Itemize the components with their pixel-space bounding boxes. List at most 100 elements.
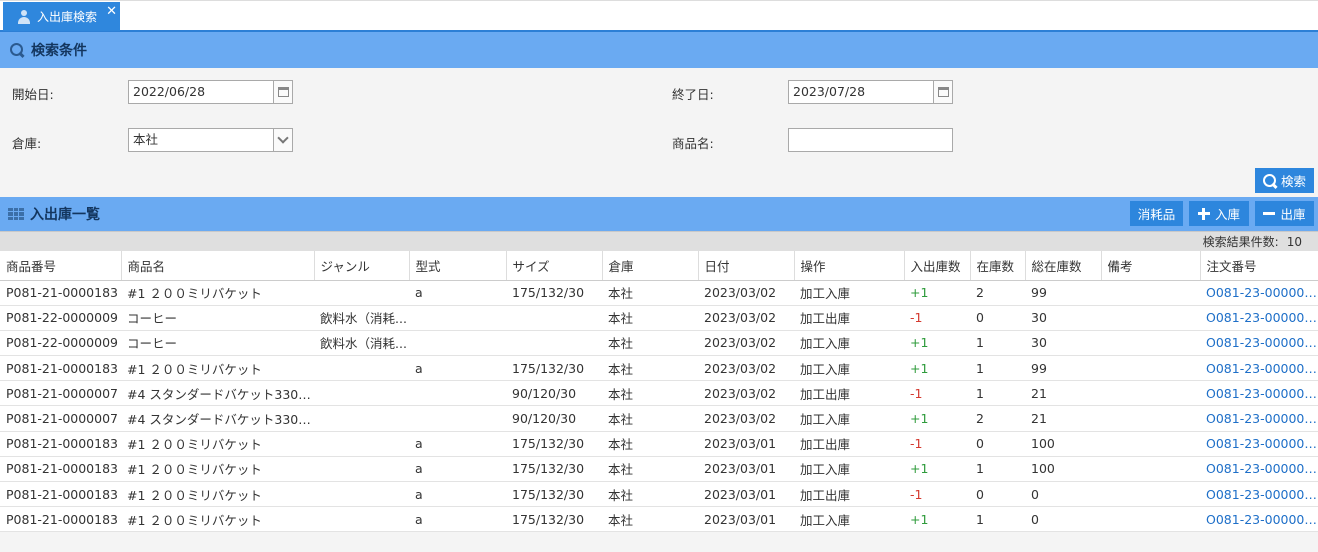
product-name-label: 商品名:	[672, 136, 714, 151]
cell-order-number[interactable]: O081-23-0000056	[1200, 456, 1318, 483]
cell-product-name: #1 ２００ミリバケット	[121, 355, 314, 382]
cell-inout-qty: +1	[904, 506, 970, 533]
cell-order-number[interactable]: O081-23-0000058	[1200, 305, 1318, 331]
cell-size	[506, 330, 602, 357]
cell-inout-qty: -1	[904, 431, 970, 457]
cell-date: 2023/03/02	[698, 280, 794, 306]
column-header-inout-qty[interactable]: 入出庫数	[904, 251, 971, 281]
cell-stock-qty: 0	[970, 305, 1025, 331]
cell-operation: 加工入庫	[794, 330, 904, 357]
cell-stock-qty: 1	[970, 355, 1025, 382]
end-date-label: 終了日:	[672, 87, 714, 102]
column-header-order-number[interactable]: 注文番号	[1200, 251, 1318, 281]
cell-order-number[interactable]: O081-23-0000055	[1200, 481, 1318, 508]
table-row[interactable]: P081-21-0000183 #1 ２００ミリバケット a 175/132/30 本社…	[0, 506, 1318, 533]
cell-product-code: P081-22-0000009	[0, 305, 121, 331]
cell-total-stock: 99	[1025, 280, 1101, 306]
column-header-remarks[interactable]: 備考	[1101, 251, 1201, 281]
cell-product-name: #1 ２００ミリバケット	[121, 506, 314, 533]
start-date-field[interactable]: 2022/06/28	[128, 80, 293, 104]
cell-inout-qty: +1	[904, 330, 970, 357]
cell-genre	[314, 456, 409, 483]
close-icon[interactable]: ✕	[106, 4, 117, 19]
tab-inout-search[interactable]: 入出庫検索 ✕	[3, 2, 120, 31]
table-row[interactable]: P081-21-0000007 #4 スタンダードバケット330m... 90/12…	[0, 380, 1318, 407]
warehouse-value: 本社	[133, 132, 159, 147]
table-row[interactable]: P081-21-0000183 #1 ２００ミリバケット a 175/132/30 本社…	[0, 280, 1318, 306]
search-conditions-title: 検索条件	[31, 43, 87, 59]
inout-table: 商品番号 商品名 ジャンル 型式 サイズ 倉庫 日付 操作 入出庫数 在庫数 総在庫数 備考 注文番号 …	[0, 251, 1318, 533]
table-row[interactable]: P081-22-0000009 コーヒー 飲料水（消耗... 本社 2023/03/02…	[0, 330, 1318, 357]
cell-remarks	[1101, 280, 1200, 306]
search-button[interactable]: 検索	[1255, 168, 1314, 193]
column-header-size[interactable]: サイズ	[506, 251, 603, 281]
cell-warehouse: 本社	[602, 355, 698, 382]
cell-genre	[314, 431, 409, 457]
cell-stock-qty: 2	[970, 280, 1025, 306]
cell-order-number[interactable]: O081-23-0000056	[1200, 431, 1318, 457]
search-icon	[10, 42, 25, 58]
cell-date: 2023/03/01	[698, 481, 794, 508]
cell-size: 175/132/30	[506, 280, 602, 306]
cell-order-number[interactable]: O081-23-0000057	[1200, 380, 1318, 407]
column-header-genre[interactable]: ジャンル	[314, 251, 410, 281]
table-row[interactable]: P081-21-0000183 #1 ２００ミリバケット a 175/132/30 本社…	[0, 456, 1318, 483]
column-header-operation[interactable]: 操作	[794, 251, 905, 281]
cell-operation: 加工入庫	[794, 355, 904, 382]
column-header-model[interactable]: 型式	[409, 251, 507, 281]
stock-in-button[interactable]: 入庫	[1189, 201, 1249, 226]
warehouse-dropdown-button[interactable]	[273, 129, 292, 151]
end-date-field[interactable]: 2023/07/28	[788, 80, 953, 104]
warehouse-select[interactable]: 本社	[128, 128, 293, 152]
stock-out-button[interactable]: 出庫	[1255, 201, 1314, 226]
cell-stock-qty: 0	[970, 431, 1025, 457]
cell-product-code: P081-21-0000007	[0, 405, 121, 432]
column-header-product-code[interactable]: 商品番号	[0, 251, 122, 281]
column-header-product-name[interactable]: 商品名	[121, 251, 315, 281]
cell-warehouse: 本社	[602, 380, 698, 407]
table-row[interactable]: P081-22-0000009 コーヒー 飲料水（消耗... 本社 2023/03/02…	[0, 305, 1318, 331]
cell-product-name: #1 ２００ミリバケット	[121, 456, 314, 483]
consumables-button[interactable]: 消耗品	[1130, 201, 1183, 226]
cell-order-number[interactable]: O081-23-0000060	[1200, 355, 1318, 382]
column-header-date[interactable]: 日付	[698, 251, 795, 281]
cell-stock-qty: 1	[970, 456, 1025, 483]
cell-operation: 加工入庫	[794, 456, 904, 483]
calendar-button-start[interactable]	[273, 81, 292, 103]
cell-stock-qty: 1	[970, 506, 1025, 533]
cell-date: 2023/03/02	[698, 405, 794, 432]
table-row[interactable]: P081-21-0000183 #1 ２００ミリバケット a 175/132/30 本社…	[0, 431, 1318, 457]
cell-date: 2023/03/02	[698, 380, 794, 407]
cell-remarks	[1101, 456, 1200, 483]
cell-genre	[314, 280, 409, 306]
table-row[interactable]: P081-21-0000007 #4 スタンダードバケット330m... 90/12…	[0, 405, 1318, 432]
cell-genre: 飲料水（消耗...	[314, 305, 409, 331]
user-icon	[17, 9, 31, 24]
cell-model	[409, 405, 506, 432]
column-header-total-stock[interactable]: 総在庫数	[1025, 251, 1102, 281]
cell-order-number[interactable]: O081-23-0000058	[1200, 330, 1318, 357]
result-count: 10	[1286, 234, 1302, 249]
chevron-down-icon	[277, 132, 289, 144]
column-header-stock-qty[interactable]: 在庫数	[970, 251, 1026, 281]
cell-order-number[interactable]: O081-23-0000063	[1200, 280, 1318, 306]
cell-date: 2023/03/01	[698, 506, 794, 533]
cell-operation: 加工入庫	[794, 280, 904, 306]
cell-date: 2023/03/01	[698, 431, 794, 457]
column-header-warehouse[interactable]: 倉庫	[602, 251, 699, 281]
table-row[interactable]: P081-21-0000183 #1 ２００ミリバケット a 175/132/30 本社…	[0, 355, 1318, 382]
cell-stock-qty: 1	[970, 380, 1025, 407]
cell-inout-qty: -1	[904, 380, 970, 407]
cell-product-code: P081-21-0000183	[0, 431, 121, 457]
cell-order-number[interactable]: O081-23-0000057	[1200, 405, 1318, 432]
cell-warehouse: 本社	[602, 305, 698, 331]
calendar-button-end[interactable]	[933, 81, 952, 103]
cell-product-code: P081-21-0000183	[0, 481, 121, 508]
cell-genre	[314, 506, 409, 533]
product-name-input[interactable]	[788, 128, 953, 152]
plus-icon	[1197, 207, 1210, 220]
cell-model: a	[409, 481, 506, 508]
cell-order-number[interactable]: O081-23-0000055	[1200, 506, 1318, 533]
cell-warehouse: 本社	[602, 280, 698, 306]
table-row[interactable]: P081-21-0000183 #1 ２００ミリバケット a 175/132/30 本社…	[0, 481, 1318, 508]
